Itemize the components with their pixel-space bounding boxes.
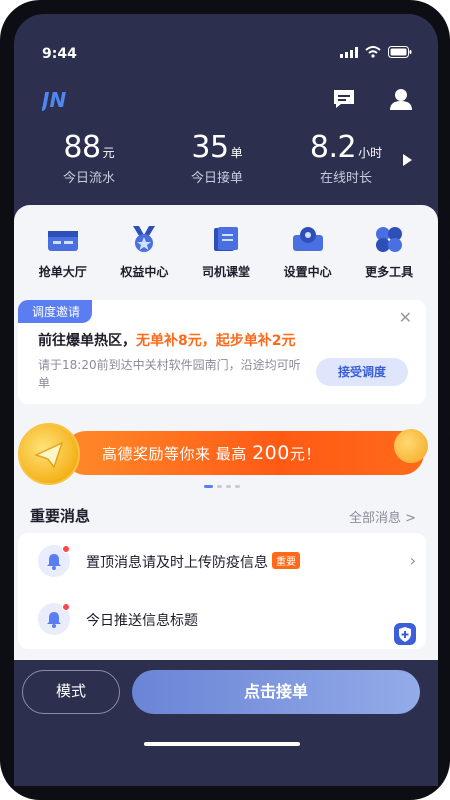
tool-label: 司机课堂 (201, 265, 250, 279)
profile-icon[interactable] (390, 88, 412, 110)
tool-grab-order[interactable]: 抢单大厅 (27, 225, 99, 285)
carousel-dot (226, 485, 231, 488)
message-list: 置顶消息请及时上传防疫信息 重要 › 今日推送信息标题 (18, 533, 426, 649)
stat-unit: 单 (230, 146, 243, 160)
carousel-dot (217, 485, 222, 488)
banner-text: 高德奖励等你来 最高 200元！ (102, 442, 321, 464)
shield-icon[interactable] (394, 623, 416, 645)
all-messages-link[interactable]: 全部消息 > (349, 507, 416, 526)
volume-button (444, 256, 450, 340)
main-card-area: 抢单大厅 权益中心 司机课堂 设置中心 更多工具 调度邀请 ✕ 前往爆单热区，无… (14, 205, 438, 665)
grab-order-icon (47, 231, 78, 251)
side-button (444, 380, 450, 440)
bottom-action-bar: 模式 点击接单 (14, 660, 438, 786)
stat-orders[interactable]: 35 单 今日接单 (170, 130, 264, 186)
stat-unit: 元 (102, 146, 115, 160)
dispatch-title-highlight: 无单补8元，起步单补2元 (136, 333, 296, 349)
book-icon (213, 227, 238, 251)
coin-icon (394, 429, 428, 463)
message-title: 置顶消息请及时上传防疫信息 (86, 555, 268, 571)
tool-label: 设置中心 (283, 265, 332, 279)
phone-mockup: 9:44 JN 88 元 今日流水 35 单 今日接单 8.2 小时 在线时长 … (0, 0, 450, 800)
message-item[interactable]: 今日推送信息标题 (18, 591, 426, 647)
tool-settings[interactable]: 设置中心 (272, 225, 344, 285)
banner-text-suffix: 元！ (289, 445, 321, 463)
stats-row: 88 元 今日流水 35 单 今日接单 8.2 小时 在线时长 (14, 130, 438, 200)
status-icons (340, 46, 412, 58)
bell-icon (38, 603, 70, 635)
stat-label: 在线时长 (319, 171, 372, 186)
promo-banner[interactable]: 高德奖励等你来 最高 200元！ (14, 419, 438, 489)
mode-button[interactable]: 模式 (22, 670, 120, 714)
stat-value: 35 (191, 130, 229, 165)
power-button (444, 178, 450, 236)
dispatch-invitation-card: 调度邀请 ✕ 前往爆单热区，无单补8元，起步单补2元 请于18:20前到达中关村… (18, 300, 426, 404)
more-tools-icon (376, 227, 403, 252)
tool-grid: 抢单大厅 权益中心 司机课堂 设置中心 更多工具 (14, 225, 438, 285)
carousel-dot (235, 485, 240, 488)
medal-icon (133, 226, 156, 252)
dispatch-title-prefix: 前往爆单热区， (38, 333, 136, 349)
stat-online-time[interactable]: 8.2 小时 在线时长 (296, 130, 396, 186)
shield-glyph (399, 627, 411, 642)
signal-icon (340, 46, 358, 58)
tool-benefits[interactable]: 权益中心 (108, 225, 180, 285)
carousel-dot-active (204, 485, 213, 488)
settings-icon (292, 227, 323, 251)
stat-value: 88 (63, 130, 101, 165)
coin-icon (18, 423, 80, 485)
messages-heading: 重要消息 (30, 507, 91, 525)
dispatch-description: 请于18:20前到达中关村软件园南门，沿途均可听单 (38, 358, 301, 390)
tool-driver-class[interactable]: 司机课堂 (190, 225, 262, 285)
stat-label: 今日流水 (62, 171, 115, 186)
tool-label: 抢单大厅 (38, 265, 87, 279)
banner-amount: 200 (252, 442, 290, 464)
carousel-dots (204, 485, 240, 488)
unread-dot (62, 603, 70, 611)
message-item[interactable]: 置顶消息请及时上传防疫信息 重要 › (18, 533, 426, 589)
logo-text: JN (42, 88, 66, 112)
chevron-right-icon[interactable]: › (410, 551, 416, 570)
stat-earnings[interactable]: 88 元 今日流水 (42, 130, 136, 186)
close-icon[interactable]: ✕ (399, 308, 412, 327)
message-title: 今日推送信息标题 (86, 613, 198, 629)
home-indicator[interactable] (144, 742, 300, 746)
stat-label: 今日接单 (190, 171, 243, 186)
app-logo: JN (42, 88, 66, 112)
play-arrow-icon[interactable] (403, 154, 412, 166)
accept-order-button[interactable]: 点击接单 (132, 670, 420, 714)
bell-icon (38, 545, 70, 577)
accept-dispatch-button[interactable]: 接受调度 (316, 358, 408, 386)
app-header: JN (14, 80, 438, 124)
message-text: 今日推送信息标题 (86, 610, 198, 630)
paper-plane-icon (33, 441, 64, 469)
status-time: 9:44 (42, 46, 77, 62)
important-badge: 重要 (272, 552, 300, 569)
wifi-icon (365, 46, 381, 58)
stat-value: 8.2 (309, 130, 357, 165)
unread-dot (62, 545, 70, 553)
message-icon[interactable] (332, 88, 356, 110)
tool-label: 更多工具 (365, 265, 414, 279)
message-text: 置顶消息请及时上传防疫信息 重要 (86, 552, 300, 572)
battery-icon (388, 46, 412, 58)
tool-label: 权益中心 (120, 265, 169, 279)
dispatch-title: 前往爆单热区，无单补8元，起步单补2元 (38, 330, 295, 350)
stat-unit: 小时 (358, 146, 383, 160)
tool-more[interactable]: 更多工具 (353, 225, 425, 285)
status-bar: 9:44 (14, 40, 438, 68)
banner-text-prefix: 高德奖励等你来 最高 (102, 445, 247, 463)
dispatch-tag: 调度邀请 (18, 300, 93, 323)
